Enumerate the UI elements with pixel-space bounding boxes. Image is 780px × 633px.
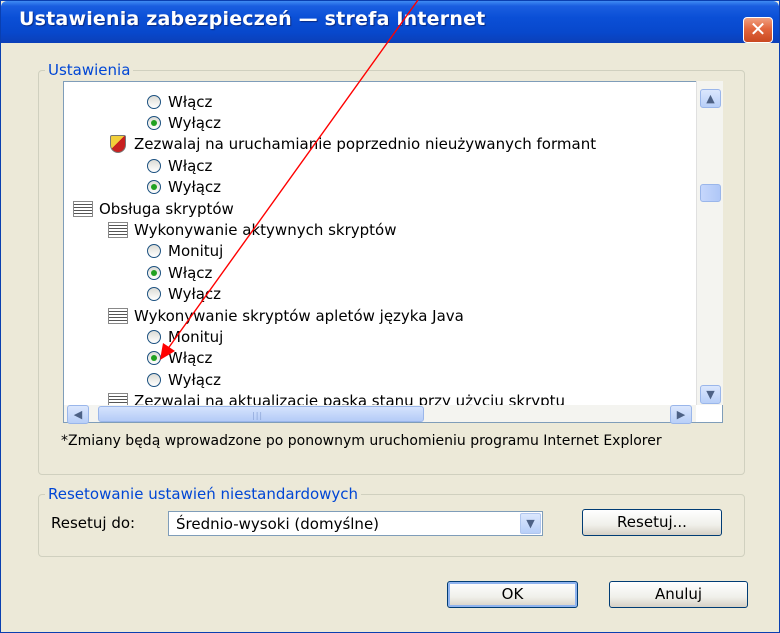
tree-row-label: Obsługa skryptów: [99, 199, 234, 218]
tree-row-label: Wykonywanie aktywnych skryptów: [134, 220, 397, 239]
tree-row[interactable]: Włącz: [147, 91, 212, 112]
tree-row-label: Wyłącz: [168, 285, 222, 304]
reset-level-value: Średnio-wysoki (domyślne): [176, 515, 380, 533]
tree-row: Obsługa skryptów: [73, 198, 234, 219]
cancel-button[interactable]: Anuluj: [609, 581, 748, 608]
tree-row: Wykonywanie skryptów apletów języka Java: [108, 305, 464, 326]
radio-checked-icon[interactable]: [147, 180, 161, 195]
radio-unchecked-icon[interactable]: [147, 329, 161, 344]
scroll-down-button[interactable]: ▼: [700, 385, 721, 404]
tree-row[interactable]: Monituj: [147, 241, 223, 262]
vertical-scroll-thumb[interactable]: [700, 184, 721, 202]
tree-row-label: Włącz: [168, 349, 213, 368]
radio-checked-icon[interactable]: [147, 351, 161, 366]
tree-row-label: Monituj: [168, 242, 224, 261]
tree-row[interactable]: Włącz: [147, 348, 212, 369]
tree-row[interactable]: Wyłącz: [147, 369, 221, 390]
tree-row[interactable]: Włącz: [147, 155, 212, 176]
tree-row[interactable]: Wyłącz: [147, 112, 221, 133]
tree-row-label: Włącz: [168, 263, 213, 282]
tree-row-label: Wyłącz: [168, 113, 222, 132]
dialog-title: Ustawienia zabezpieczeń — strefa Interne…: [19, 8, 486, 30]
shield-icon: [110, 135, 126, 154]
reset-level-select[interactable]: Średnio-wysoki (domyślne) ▼: [168, 511, 543, 536]
radio-unchecked-icon[interactable]: [147, 372, 161, 387]
vertical-scrollbar[interactable]: ▲ ▼: [696, 81, 723, 405]
scroll-up-button[interactable]: ▲: [700, 89, 721, 108]
close-icon: ✕: [749, 17, 767, 41]
tree-row[interactable]: Wyłącz: [147, 177, 221, 198]
settings-category-icon: [108, 307, 128, 324]
security-settings-dialog: Ustawienia zabezpieczeń — strefa Interne…: [0, 0, 780, 633]
tree-row[interactable]: Monituj: [147, 326, 223, 347]
radio-unchecked-icon[interactable]: [147, 158, 161, 173]
radio-unchecked-icon[interactable]: [147, 287, 161, 302]
tree-row-label: Wyłącz: [168, 370, 222, 389]
scroll-left-button[interactable]: ◀: [67, 405, 89, 424]
settings-category-icon: [73, 200, 93, 217]
radio-unchecked-icon[interactable]: [147, 94, 161, 109]
dropdown-chevron-icon[interactable]: ▼: [520, 513, 541, 534]
tree-row-label: Monituj: [168, 327, 224, 346]
tree-row[interactable]: Włącz: [147, 262, 212, 283]
scroll-right-button[interactable]: ▶: [670, 405, 692, 424]
tree-row-label: Włącz: [168, 92, 213, 111]
tree-row-label: Zezwalaj na uruchamianie poprzednio nieu…: [134, 135, 597, 154]
tree-row: Zezwalaj na uruchamianie poprzednio nieu…: [110, 134, 596, 155]
horizontal-scrollbar[interactable]: ◀ ||| ▶: [64, 405, 696, 424]
settings-group-legend: Ustawienia: [45, 61, 134, 79]
settings-category-icon: [108, 221, 128, 238]
radio-checked-icon[interactable]: [147, 265, 161, 280]
tree-row-label: Wykonywanie skryptów apletów języka Java: [134, 306, 464, 325]
restart-note: *Zmiany będą wprowadzone po ponownym uru…: [61, 433, 662, 449]
tree-row: Wykonywanie aktywnych skryptów: [108, 219, 397, 240]
title-bar[interactable]: Ustawienia zabezpieczeń — strefa Interne…: [1, 1, 779, 43]
reset-group-legend: Resetowanie ustawień niestandardowych: [45, 485, 362, 503]
tree-row-label: Włącz: [168, 156, 213, 175]
tree-row-label: Wyłącz: [168, 178, 222, 197]
tree-row[interactable]: Wyłącz: [147, 284, 221, 305]
horizontal-scroll-thumb[interactable]: |||: [98, 406, 424, 422]
radio-checked-icon[interactable]: [147, 115, 161, 130]
close-button[interactable]: ✕: [743, 17, 773, 43]
ok-button[interactable]: OK: [447, 581, 578, 608]
radio-unchecked-icon[interactable]: [147, 244, 161, 259]
reset-button[interactable]: Resetuj...: [582, 509, 722, 536]
settings-tree[interactable]: Włącz Wyłącz Zezwalaj na uruchamianie popr…: [63, 81, 723, 423]
reset-to-label: Resetuj do:: [51, 514, 136, 532]
